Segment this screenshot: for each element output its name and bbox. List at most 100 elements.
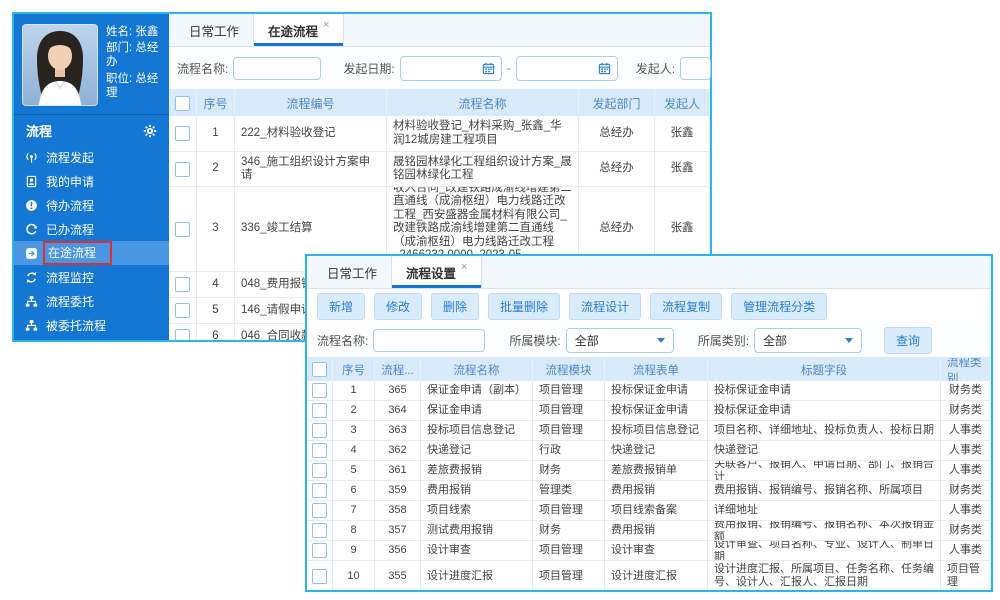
cell-id: 355: [375, 561, 421, 590]
tab-label: 日常工作: [327, 263, 377, 282]
cell-text: 费用报销: [427, 484, 471, 497]
table-row[interactable]: 7358项目线索项目管理项目线索备案详细地址人事类: [307, 501, 991, 521]
table-row[interactable]: 1222_材料验收登记材料验收登记_材料采购_张鑫_华润12城房建工程项目总经办…: [169, 116, 710, 152]
cell-id: 365: [375, 381, 421, 400]
table-row[interactable]: 5361差旅费报销财务差旅费报销单关联客户、报销人、申请日期、部门、报销合计人事…: [307, 461, 991, 481]
cell-dept: 总经办: [579, 152, 655, 186]
row-checkbox[interactable]: [312, 483, 327, 498]
close-icon[interactable]: ×: [461, 261, 467, 273]
row-checkbox[interactable]: [312, 383, 327, 398]
cell-form: 差旅费报销单: [605, 461, 708, 480]
cell-text: 财务类: [949, 484, 982, 497]
row-checkbox[interactable]: [175, 126, 190, 141]
row-checkbox[interactable]: [312, 569, 327, 584]
cell-category: 项目管理: [941, 561, 991, 590]
cell-module: 财务: [533, 521, 605, 540]
row-checkbox[interactable]: [312, 463, 327, 478]
sidebar-menu: 流程发起我的申请待办流程已办流程在途流程流程监控流程委托被委托流程: [14, 145, 169, 337]
cell-text: 6: [350, 484, 356, 497]
toolbar-button-删除[interactable]: 删除: [431, 293, 479, 320]
table-row[interactable]: 4362快递登记行政快递登记快递登记人事类: [307, 441, 991, 461]
row-checkbox[interactable]: [312, 503, 327, 518]
date-from-field[interactable]: [400, 56, 502, 81]
table-row[interactable]: 10355设计进度汇报项目管理设计进度汇报设计进度汇报、所属项目、任务名称、任务…: [307, 561, 991, 590]
table-row[interactable]: 2364保证金申请项目管理投标保证金申请投标保证金申请财务类: [307, 401, 991, 421]
initiator-input[interactable]: [680, 57, 711, 80]
table-row[interactable]: 6359费用报销管理类费用报销费用报销、报销编号、报销名称、所属项目财务类: [307, 481, 991, 501]
select-all-checkbox[interactable]: [312, 362, 327, 377]
select-all-checkbox[interactable]: [175, 96, 190, 111]
row-checkbox[interactable]: [175, 329, 190, 340]
cell-text: 管理类: [539, 484, 572, 497]
cell-id: 358: [375, 501, 421, 520]
date-to-field[interactable]: [516, 56, 618, 81]
sidebar-item-我的申请[interactable]: 我的申请: [14, 169, 169, 193]
calendar-icon[interactable]: [598, 61, 612, 75]
cell-text: 10: [347, 570, 359, 583]
date-from-input[interactable]: [406, 57, 482, 79]
cell-fields: 设计审查、项目名称、专业、设计人、制单日期: [708, 541, 941, 560]
cell-text: 336_竣工结算: [241, 222, 313, 236]
calendar-icon[interactable]: [482, 61, 496, 75]
process-name-input[interactable]: [373, 329, 485, 352]
workflow-tab-1[interactable]: 在途流程×: [253, 14, 344, 46]
cell-no: 10: [333, 561, 375, 590]
cell-fields: 费用报销、报销编号、报销名称、本次报销金额: [708, 521, 941, 540]
sidebar-item-被委托流程[interactable]: 被委托流程: [14, 313, 169, 337]
row-checkbox[interactable]: [175, 222, 190, 237]
settings-tab-0[interactable]: 日常工作: [313, 256, 391, 288]
sidebar-item-流程发起[interactable]: 流程发起: [14, 145, 169, 169]
sidebar-item-在途流程[interactable]: 在途流程: [14, 241, 169, 265]
cell-text: 张鑫: [671, 222, 694, 236]
query-button[interactable]: 查询: [884, 327, 932, 354]
header-checkbox-cell: [169, 90, 197, 116]
row-checkbox[interactable]: [312, 523, 327, 538]
category-select[interactable]: 全部: [754, 328, 862, 353]
module-select[interactable]: 全部: [566, 328, 674, 353]
category-selected-value: 全部: [763, 332, 787, 349]
cell-text: 快递登记: [714, 444, 758, 457]
gear-icon[interactable]: [143, 124, 157, 138]
row-checkbox[interactable]: [175, 303, 190, 318]
table-row[interactable]: 3363投标项目信息登记项目管理投标项目信息登记项目名称、详细地址、投标负责人、…: [307, 421, 991, 441]
date-to-input[interactable]: [522, 57, 598, 79]
toolbar-button-新增[interactable]: 新增: [317, 293, 365, 320]
toolbar-button-管理流程分类[interactable]: 管理流程分类: [731, 293, 827, 320]
settings-tab-1[interactable]: 流程设置×: [391, 256, 482, 288]
table-row[interactable]: 2346_施工组织设计方案申请晟铭园林绿化工程组织设计方案_晟铭园林绿化工程总经…: [169, 152, 710, 187]
cell-text: 设计进度汇报、所属项目、任务名称、任务编号、设计人、汇报人、汇报日期: [714, 563, 934, 589]
sidebar-item-流程监控[interactable]: 流程监控: [14, 265, 169, 289]
cell-text: 361: [388, 464, 406, 477]
row-checkbox[interactable]: [312, 403, 327, 418]
table-row[interactable]: 9356设计审查项目管理设计审查设计审查、项目名称、专业、设计人、制单日期人事类: [307, 541, 991, 561]
row-checkbox[interactable]: [312, 423, 327, 438]
cell-text: 张鑫: [671, 127, 694, 141]
cell-name: 投标项目信息登记: [421, 421, 533, 440]
sidebar-item-待办流程[interactable]: 待办流程: [14, 193, 169, 217]
sidebar-item-流程委托[interactable]: 流程委托: [14, 289, 169, 313]
toolbar-button-批量删除[interactable]: 批量删除: [488, 293, 560, 320]
toolbar-button-流程设计[interactable]: 流程设计: [569, 293, 641, 320]
toolbar-button-修改[interactable]: 修改: [374, 293, 422, 320]
toolbar-button-流程复制[interactable]: 流程复制: [650, 293, 722, 320]
cell-name: 费用报销: [421, 481, 533, 500]
cell-text: 项目管理: [539, 424, 583, 437]
column-header: 流程类别: [941, 358, 991, 381]
sidebar-item-已办流程[interactable]: 已办流程: [14, 217, 169, 241]
table-row[interactable]: 1365保证金申请（副本）项目管理投标保证金申请投标保证金申请财务类: [307, 381, 991, 401]
cell-text: 差旅费报销: [427, 464, 482, 477]
column-header: 发起人: [655, 90, 710, 116]
close-icon[interactable]: ×: [323, 19, 329, 31]
row-checkbox[interactable]: [312, 443, 327, 458]
cell-text: 3: [212, 222, 218, 236]
process-name-input[interactable]: [233, 57, 321, 80]
row-checkbox[interactable]: [312, 543, 327, 558]
row-checkbox[interactable]: [175, 162, 190, 177]
column-header: 标题字段: [708, 358, 941, 381]
workflow-tab-0[interactable]: 日常工作: [175, 14, 253, 46]
cell-text: 358: [388, 504, 406, 517]
table-row[interactable]: 8357测试费用报销财务费用报销费用报销、报销编号、报销名称、本次报销金额财务类: [307, 521, 991, 541]
row-checkbox[interactable]: [175, 277, 190, 292]
cell-text: 2: [212, 162, 218, 176]
row-checkbox-cell: [169, 116, 197, 151]
